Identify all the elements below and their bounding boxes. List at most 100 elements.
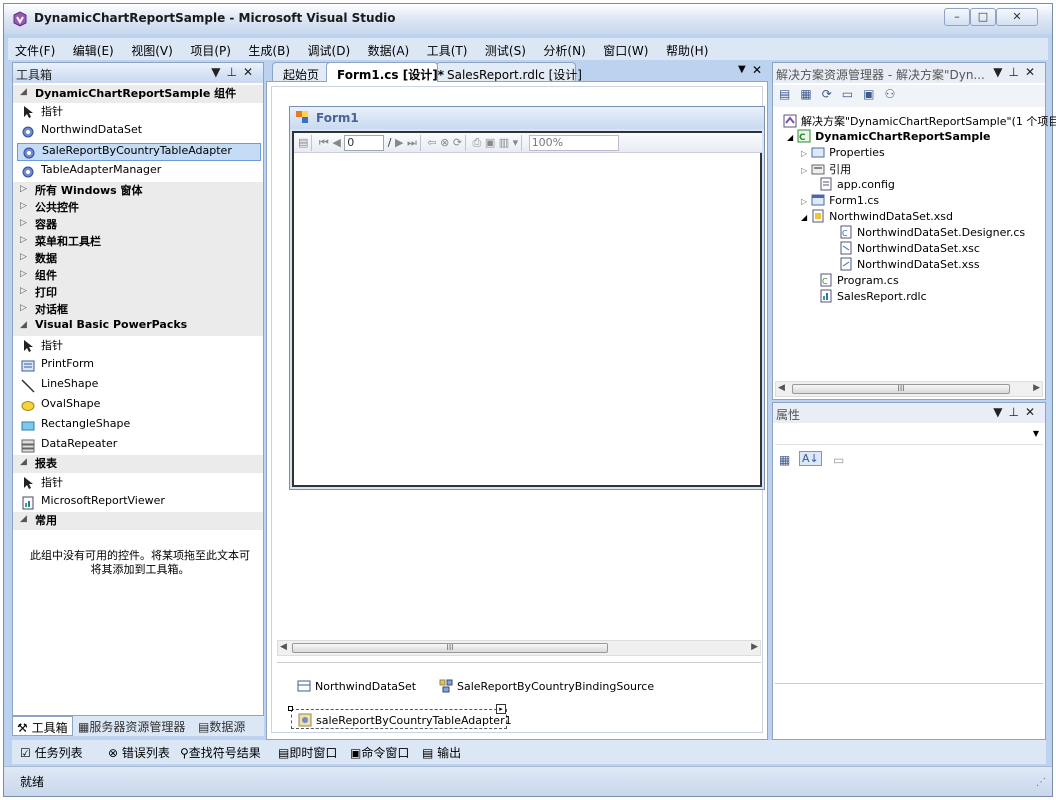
close-document-icon[interactable]: ✕ bbox=[752, 63, 762, 77]
toolbox-item-rectangleshape[interactable]: RectangleShape bbox=[13, 417, 263, 435]
toolbox-section-data[interactable]: ▷ 数据 bbox=[13, 250, 263, 268]
toolbox-item-northwind-dataset[interactable]: NorthwindDataSet bbox=[13, 123, 263, 141]
menu-debug[interactable]: 调试(D) bbox=[301, 38, 358, 60]
maximize-button[interactable]: □ bbox=[970, 8, 996, 26]
tab-server-explorer[interactable]: ▦服务器资源管理器 bbox=[78, 718, 185, 735]
refresh-icon[interactable]: ⟳ bbox=[822, 87, 842, 101]
scroll-right-icon[interactable]: ▶ bbox=[751, 642, 758, 652]
tab-form1-designer[interactable]: Form1.cs [设计]* bbox=[326, 62, 444, 82]
scroll-left-icon[interactable]: ◀ bbox=[280, 642, 287, 652]
tab-toolbox[interactable]: ⚒ 工具箱 bbox=[12, 716, 73, 736]
menu-data[interactable]: 数据(A) bbox=[361, 38, 417, 60]
toolbox-section-containers[interactable]: ▷ 容器 bbox=[13, 216, 263, 234]
save-icon[interactable]: ▾ bbox=[513, 136, 519, 149]
view-designer-icon[interactable]: ▣ bbox=[863, 87, 884, 101]
scroll-right-icon[interactable]: ▶ bbox=[1033, 383, 1040, 393]
tree-item-northwind-xsd[interactable]: ◢ NorthwindDataSet.xsd bbox=[801, 209, 953, 225]
close-icon[interactable]: ✕ bbox=[1025, 65, 1041, 79]
print-icon[interactable]: ⎙ bbox=[473, 136, 482, 149]
close-icon[interactable]: ✕ bbox=[1025, 405, 1041, 419]
view-code-icon[interactable]: ▭ bbox=[842, 87, 863, 101]
menu-project[interactable]: 项目(P) bbox=[183, 38, 238, 60]
expand-arrow-icon[interactable]: ▷ bbox=[801, 197, 807, 206]
expand-arrow-icon[interactable]: ▷ bbox=[801, 149, 807, 158]
tree-item-form1[interactable]: ▷ Form1.cs bbox=[801, 193, 879, 209]
zoom-select[interactable]: 100% bbox=[528, 135, 619, 151]
close-icon[interactable]: ✕ bbox=[243, 65, 259, 79]
toolbox-item-sale-report-adapter[interactable]: SaleReportByCountryTableAdapter bbox=[17, 143, 261, 161]
tab-command-window[interactable]: ▣命令窗口 bbox=[346, 742, 413, 762]
toolbox-section-components[interactable]: ◢ DynamicChartReportSample 组件 bbox=[13, 85, 263, 103]
menu-file[interactable]: 文件(F) bbox=[8, 38, 62, 60]
menu-analyze[interactable]: 分析(N) bbox=[536, 38, 592, 60]
menu-edit[interactable]: 编辑(E) bbox=[66, 38, 121, 60]
toolbox-section-components-2[interactable]: ▷ 组件 bbox=[13, 267, 263, 285]
toolbox-item-pointer[interactable]: 指针 bbox=[13, 337, 263, 355]
tab-error-list[interactable]: ⊗ 错误列表 bbox=[104, 742, 174, 762]
collapse-arrow-icon[interactable]: ◢ bbox=[801, 213, 807, 222]
toolbox-section-printing[interactable]: ▷ 打印 bbox=[13, 284, 263, 302]
refresh-icon[interactable]: ⟳ bbox=[453, 136, 462, 149]
document-map-icon[interactable]: ▤ bbox=[298, 136, 308, 149]
toolbox-section-powerpacks[interactable]: ◢ Visual Basic PowerPacks bbox=[13, 318, 263, 336]
tab-find-symbol-results[interactable]: ⚲查找符号结果 bbox=[176, 742, 265, 762]
object-selector[interactable]: ▼ bbox=[775, 427, 1043, 445]
expand-arrow-icon[interactable]: ▷ bbox=[801, 166, 807, 175]
component-binding-source[interactable]: SaleReportByCountryBindingSource bbox=[439, 679, 654, 693]
next-page-icon[interactable]: ▶ bbox=[395, 136, 403, 149]
properties-icon[interactable]: ▤ bbox=[779, 87, 800, 101]
toolbox-item-ovalshape[interactable]: OvalShape bbox=[13, 397, 263, 415]
scroll-thumb[interactable]: III bbox=[292, 643, 608, 653]
previous-page-icon[interactable]: ◀ bbox=[332, 136, 340, 149]
dropdown-icon[interactable]: ▼ bbox=[993, 65, 1008, 79]
categorized-icon[interactable]: ▦ bbox=[779, 453, 790, 467]
smart-tag-icon[interactable]: ▸ bbox=[496, 704, 506, 714]
toolbox-item-tableadapter-manager[interactable]: TableAdapterManager bbox=[13, 163, 263, 181]
component-northwind-dataset[interactable]: NorthwindDataSet bbox=[297, 679, 416, 693]
toolbox-item-pointer[interactable]: 指针 bbox=[13, 103, 263, 121]
tree-item-salesreport-rdlc[interactable]: SalesReport.rdlc bbox=[819, 289, 927, 305]
toolbox-item-datarepeater[interactable]: DataRepeater bbox=[13, 437, 263, 455]
tree-item-app-config[interactable]: app.config bbox=[819, 177, 895, 193]
tab-task-list[interactable]: ☑ 任务列表 bbox=[16, 742, 87, 762]
tab-salesreport-designer[interactable]: SalesReport.rdlc [设计] bbox=[436, 62, 582, 82]
resize-grip-icon[interactable]: ⋰ bbox=[1036, 777, 1046, 788]
toolbox-item-pointer[interactable]: 指针 bbox=[13, 474, 263, 492]
pin-icon[interactable]: ⊥ bbox=[1008, 65, 1024, 79]
designer-horizontal-scrollbar[interactable]: ◀ III ▶ bbox=[277, 640, 761, 656]
menu-build[interactable]: 生成(B) bbox=[241, 38, 297, 60]
toolbox-section-menus[interactable]: ▷ 菜单和工具栏 bbox=[13, 233, 263, 251]
tree-item-designer-cs[interactable]: C NorthwindDataSet.Designer.cs bbox=[839, 225, 1025, 241]
first-page-icon[interactable]: ⏮ bbox=[319, 136, 329, 149]
page-setup-icon[interactable]: ▥ bbox=[499, 136, 509, 149]
tab-dropdown-icon[interactable]: ▼ bbox=[738, 64, 746, 75]
component-table-adapter[interactable]: saleReportByCountryTableAdapter1 ▸ bbox=[288, 704, 512, 729]
tab-immediate-window[interactable]: ▤即时窗口 bbox=[274, 742, 341, 762]
back-icon[interactable]: ⇦ bbox=[427, 136, 436, 149]
print-layout-icon[interactable]: ▣ bbox=[485, 136, 495, 149]
toolbox-item-reportviewer[interactable]: MicrosoftReportViewer bbox=[13, 494, 263, 512]
toolbox-item-lineshape[interactable]: LineShape bbox=[13, 377, 263, 395]
toolbox-section-common[interactable]: ◢ 常用 bbox=[13, 512, 263, 530]
show-all-files-icon[interactable]: ▦ bbox=[800, 87, 821, 101]
menu-help[interactable]: 帮助(H) bbox=[659, 38, 715, 60]
tab-start-page[interactable]: 起始页 bbox=[272, 62, 332, 82]
menu-test[interactable]: 测试(S) bbox=[478, 38, 533, 60]
tree-solution-root[interactable]: 解决方案"DynamicChartReportSample"(1 个项目) bbox=[783, 113, 1056, 129]
chevron-down-icon[interactable]: ▼ bbox=[1033, 429, 1039, 438]
tab-data-sources[interactable]: ▤数据源 bbox=[198, 718, 245, 735]
tree-item-xsc[interactable]: NorthwindDataSet.xsc bbox=[839, 241, 980, 257]
toolbox-section-dialogs[interactable]: ▷ 对话框 bbox=[13, 301, 263, 319]
menu-window[interactable]: 窗口(W) bbox=[596, 38, 655, 60]
pin-icon[interactable]: ⊥ bbox=[226, 65, 242, 79]
alphabetical-icon[interactable]: A↓ bbox=[799, 451, 822, 466]
dropdown-icon[interactable]: ▼ bbox=[211, 65, 226, 79]
solution-explorer-scrollbar[interactable]: ◀ III ▶ bbox=[775, 381, 1043, 397]
menu-view[interactable]: 视图(V) bbox=[124, 38, 180, 60]
tree-item-properties[interactable]: ▷ Properties bbox=[801, 145, 885, 161]
tree-project[interactable]: ◢ C DynamicChartReportSample bbox=[787, 129, 990, 145]
tree-item-program-cs[interactable]: C Program.cs bbox=[819, 273, 899, 289]
toolbox-section-reports[interactable]: ◢ 报表 bbox=[13, 455, 263, 473]
tree-item-references[interactable]: ▷ 引用 bbox=[801, 161, 851, 177]
scroll-thumb[interactable]: III bbox=[792, 384, 1010, 394]
